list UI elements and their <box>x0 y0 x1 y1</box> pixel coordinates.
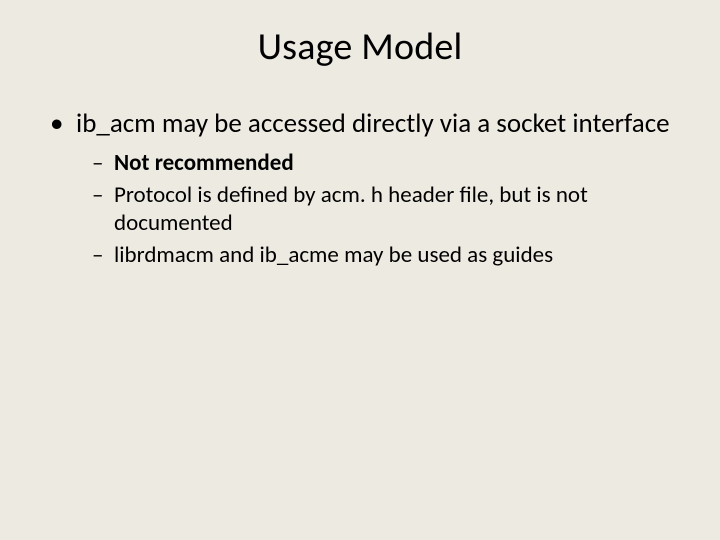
slide: Usage Model ib_acm may be accessed direc… <box>0 0 720 540</box>
sub-bullet-text: librdmacm and ib_acme may be used as gui… <box>114 241 553 269</box>
sub-bullet-text: Not recommended <box>114 149 294 177</box>
bullet-item: ib_acm may be accessed directly via a so… <box>50 108 680 269</box>
slide-title: Usage Model <box>40 24 680 70</box>
sub-bullet-item: Not recommended <box>92 149 680 177</box>
bullet-text: ib_acm may be accessed directly via a so… <box>76 107 670 140</box>
bullet-list-level2: Not recommended Protocol is defined by a… <box>92 149 680 269</box>
sub-bullet-item: Protocol is defined by acm. h header fil… <box>92 181 680 237</box>
sub-bullet-item: librdmacm and ib_acme may be used as gui… <box>92 241 680 269</box>
sub-bullet-text: Protocol is defined by acm. h header fil… <box>114 181 588 237</box>
bullet-list-level1: ib_acm may be accessed directly via a so… <box>50 108 680 269</box>
